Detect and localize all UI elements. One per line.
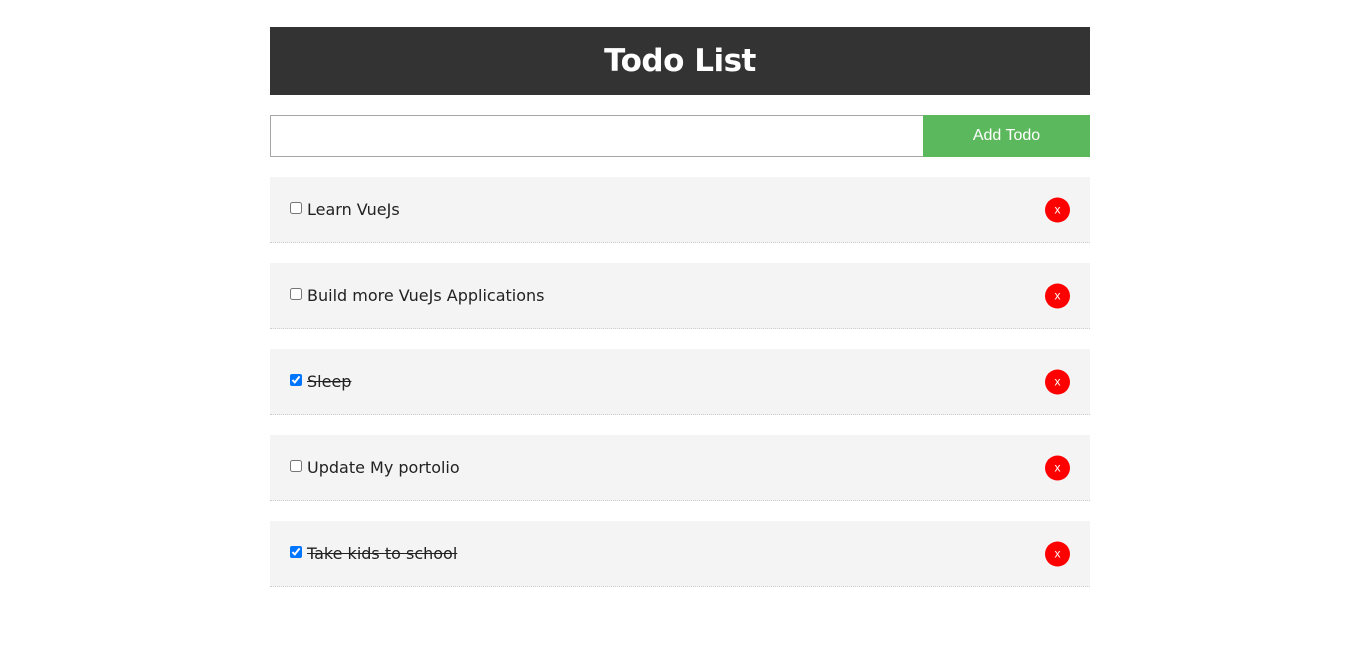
delete-button[interactable]: x	[1045, 369, 1070, 394]
todo-title: Learn VueJs	[307, 200, 400, 219]
todo-checkbox[interactable]	[290, 373, 302, 386]
todo-input[interactable]	[270, 115, 923, 157]
todo-checkbox[interactable]	[290, 545, 302, 558]
page-title: Todo List	[604, 43, 756, 79]
app-header: Todo List	[270, 27, 1090, 95]
todo-item: Sleep x	[270, 349, 1090, 415]
todo-list: Learn VueJs x Build more VueJs Applicati…	[270, 177, 1090, 587]
add-todo-button[interactable]: Add Todo	[923, 115, 1090, 157]
todo-item: Take kids to school x	[270, 521, 1090, 587]
todo-title: Take kids to school	[307, 544, 458, 563]
delete-button[interactable]: x	[1045, 455, 1070, 480]
todo-item: Update My portolio x	[270, 435, 1090, 501]
todo-checkbox[interactable]	[290, 287, 302, 300]
todo-item: Build more VueJs Applications x	[270, 263, 1090, 329]
todo-title: Sleep	[307, 372, 352, 391]
todo-title: Build more VueJs Applications	[307, 286, 545, 305]
delete-button[interactable]: x	[1045, 541, 1070, 566]
todo-checkbox[interactable]	[290, 459, 302, 472]
todo-item: Learn VueJs x	[270, 177, 1090, 243]
todo-title: Update My portolio	[307, 458, 460, 477]
todo-app: Todo List Add Todo Learn VueJs x Build m…	[270, 27, 1090, 607]
delete-button[interactable]: x	[1045, 283, 1070, 308]
todo-checkbox[interactable]	[290, 201, 302, 214]
add-todo-form: Add Todo	[270, 115, 1090, 157]
delete-button[interactable]: x	[1045, 197, 1070, 222]
